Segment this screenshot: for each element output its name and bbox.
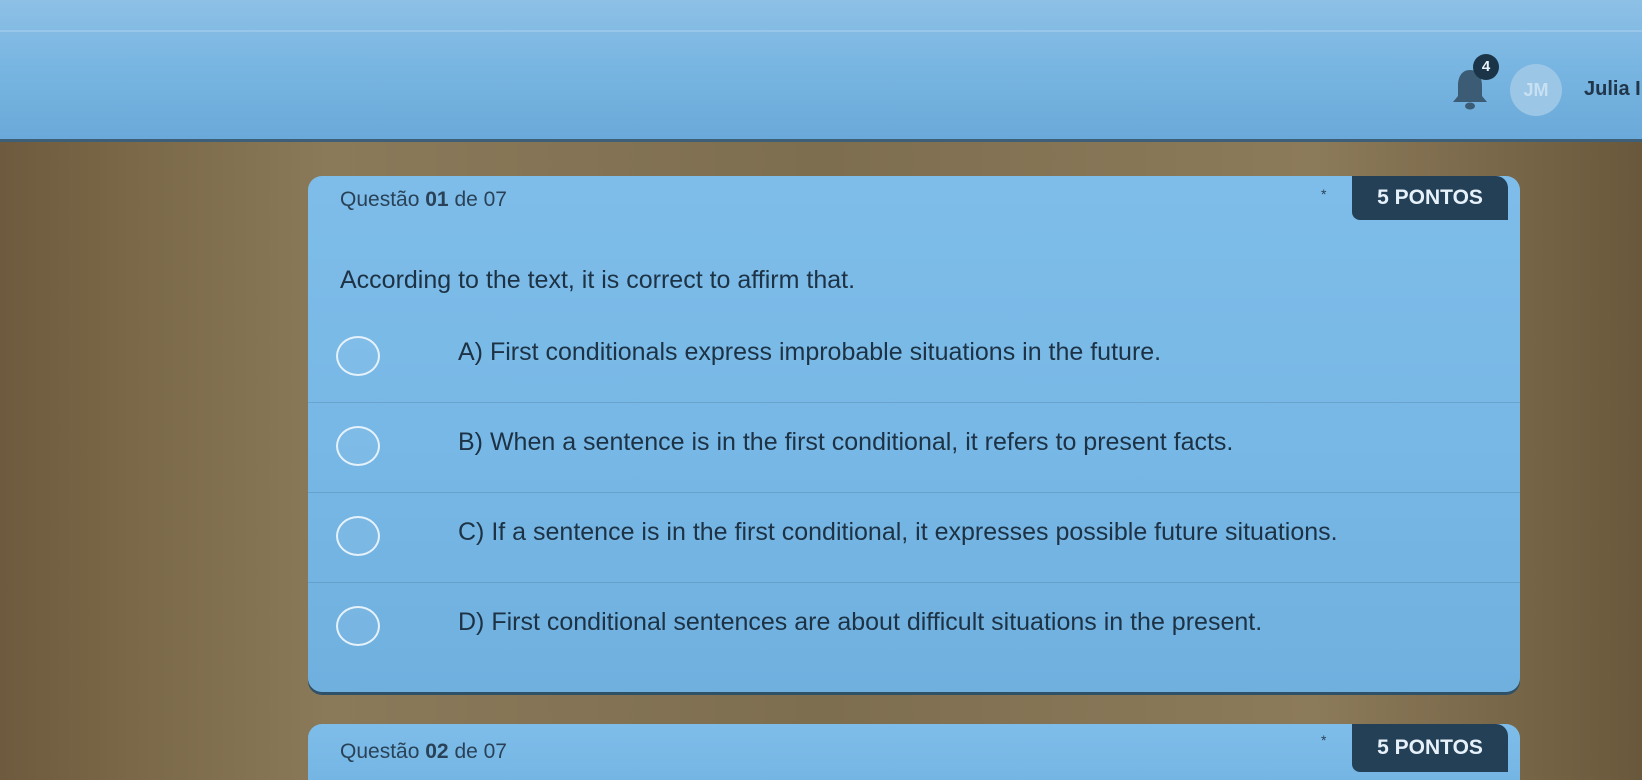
notification-badge: 4 <box>1473 54 1499 80</box>
question-label-suffix: de 07 <box>454 188 507 211</box>
radio-button[interactable] <box>336 606 380 646</box>
option-label: C) If a sentence is in the first conditi… <box>458 518 1338 546</box>
question-card: Questão 02 de 07 * 5 PONTOS <box>308 724 1520 780</box>
required-marker: * <box>1321 732 1327 748</box>
radio-button[interactable] <box>336 426 380 466</box>
divider <box>308 492 1520 493</box>
answer-option-a[interactable]: A) First conditionals express improbable… <box>308 312 1520 402</box>
question-prompt: According to the text, it is correct to … <box>340 266 856 294</box>
option-label: A) First conditionals express improbable… <box>458 338 1162 366</box>
question-label-prefix: Questão <box>340 188 420 211</box>
user-name[interactable]: Julia I <box>1584 78 1641 101</box>
top-bar: 4 JM Julia I <box>0 0 1642 142</box>
question-header: Questão 02 de 07 <box>340 740 507 764</box>
answer-option-d[interactable]: D) First conditional sentences are about… <box>308 582 1520 672</box>
option-label: B) When a sentence is in the first condi… <box>458 428 1234 456</box>
divider <box>308 582 1520 583</box>
question-card: Questão 01 de 07 * 5 PONTOS According to… <box>308 176 1520 692</box>
points-badge: 5 PONTOS <box>1352 176 1508 220</box>
question-label-prefix: Questão <box>340 740 420 763</box>
required-marker: * <box>1321 186 1327 202</box>
answer-option-c[interactable]: C) If a sentence is in the first conditi… <box>308 492 1520 582</box>
option-label: D) First conditional sentences are about… <box>458 608 1263 636</box>
question-label-suffix: de 07 <box>454 740 507 763</box>
divider <box>308 402 1520 403</box>
question-number: 01 <box>425 188 449 211</box>
question-header: Questão 01 de 07 <box>340 188 507 212</box>
divider <box>0 30 1642 32</box>
radio-button[interactable] <box>336 336 380 376</box>
radio-button[interactable] <box>336 516 380 556</box>
question-number: 02 <box>425 740 449 763</box>
points-badge: 5 PONTOS <box>1352 724 1508 772</box>
answer-option-b[interactable]: B) When a sentence is in the first condi… <box>308 402 1520 492</box>
avatar[interactable]: JM <box>1510 64 1562 116</box>
